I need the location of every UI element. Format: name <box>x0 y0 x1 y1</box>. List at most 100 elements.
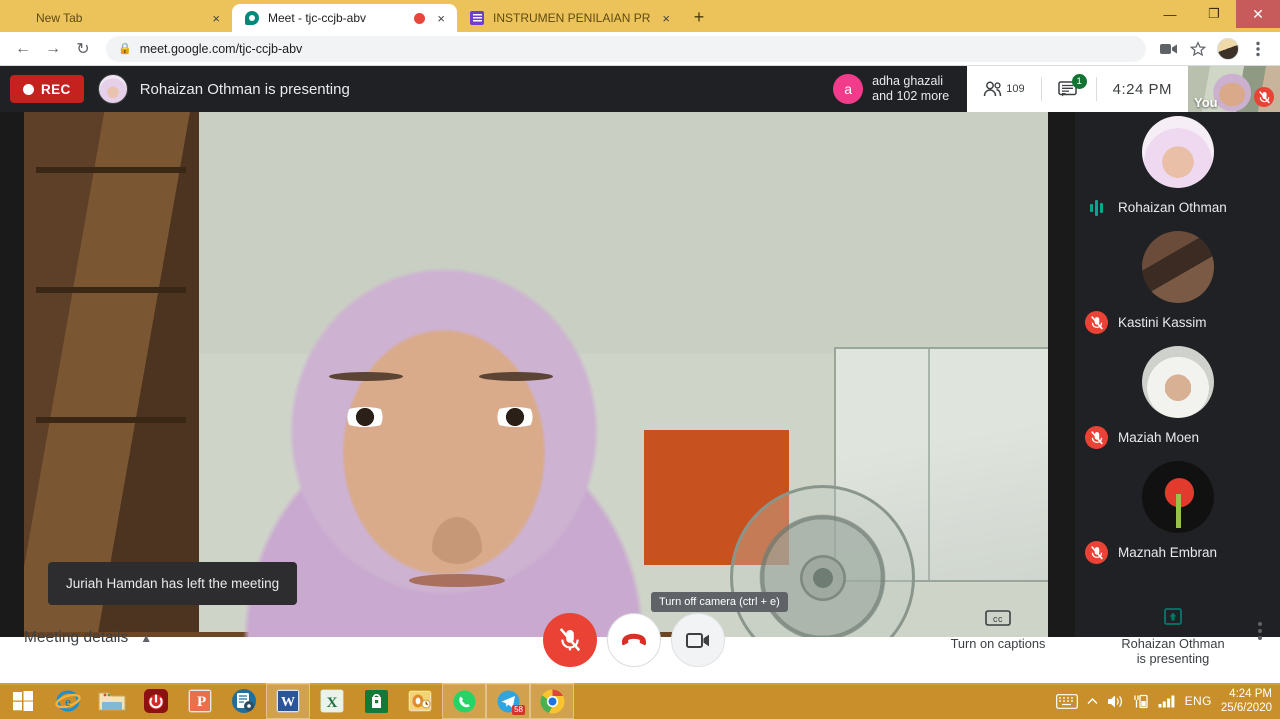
forward-icon[interactable]: → <box>38 35 68 63</box>
shutdown-icon[interactable] <box>134 683 178 719</box>
avatar <box>1142 231 1214 303</box>
toolbar-actions <box>1154 35 1272 63</box>
hang-up-button[interactable] <box>607 613 661 667</box>
meet-top-right: a adha ghazali and 102 more 109 1 4:24 P… <box>833 66 1280 112</box>
presenter-avatar <box>97 74 128 104</box>
screen: New Tab × Meet - tjc-ccjb-abv × INSTRUME… <box>0 0 1280 719</box>
meeting-clock: 4:24 PM <box>1112 80 1172 98</box>
participant-chip-text: adha ghazali and 102 more <box>872 74 949 104</box>
people-button[interactable]: 109 <box>967 74 1040 104</box>
svg-text:e: e <box>65 694 71 709</box>
tab-title: INSTRUMEN PENILAIAN PROGRA <box>493 11 651 25</box>
excel-icon[interactable]: X <box>310 683 354 719</box>
battery-icon[interactable] <box>1133 694 1149 709</box>
video-eyebrow-left <box>329 372 403 381</box>
presenting-banner: Rohaizan Othman is presenting <box>139 80 350 98</box>
present-now-button[interactable]: Rohaizan Othman is presenting <box>1098 608 1248 666</box>
outlook-icon[interactable] <box>398 683 442 719</box>
google-meet-app: REC Rohaizan Othman is presenting a adha… <box>0 66 1280 683</box>
window-close-button[interactable]: ✕ <box>1236 0 1280 28</box>
participant-chip-line2: and 102 more <box>872 89 950 103</box>
tab-close-icon[interactable]: × <box>208 12 224 25</box>
chevron-up-icon: ▲ <box>140 631 153 645</box>
more-options-button[interactable] <box>1248 608 1280 640</box>
bookmark-star-icon[interactable] <box>1184 35 1212 63</box>
volume-icon[interactable] <box>1107 694 1124 709</box>
file-explorer-icon[interactable] <box>90 683 134 719</box>
avatar <box>1142 461 1214 533</box>
browser-tab-new-tab[interactable]: New Tab × <box>0 4 232 32</box>
blank-favicon <box>12 10 28 26</box>
self-view-thumbnail[interactable]: You <box>1188 66 1280 112</box>
profile-avatar[interactable] <box>1214 35 1242 63</box>
browser-tab-instrumen[interactable]: INSTRUMEN PENILAIAN PROGRA × <box>457 4 682 32</box>
meeting-details-button[interactable]: Meeting details ▲ <box>24 629 152 647</box>
network-signal-icon[interactable] <box>1158 694 1176 708</box>
keyboard-icon[interactable] <box>1055 693 1078 709</box>
back-icon[interactable]: ← <box>8 35 38 63</box>
mic-muted-icon <box>1085 311 1108 334</box>
tab-title: Meet - tjc-ccjb-abv <box>268 11 367 25</box>
tab-recording-icon <box>414 12 426 24</box>
participant-chip[interactable]: a adha ghazali and 102 more <box>833 66 968 112</box>
telegram-icon[interactable]: 58 <box>486 683 530 719</box>
participant-tile[interactable]: Maznah Embran <box>1075 457 1280 572</box>
self-view-mute-icon <box>1254 87 1274 107</box>
language-indicator[interactable]: ENG <box>1185 694 1212 708</box>
video-eyebrow-right <box>479 372 553 381</box>
word-icon[interactable]: W <box>266 683 310 719</box>
chrome-icon[interactable] <box>530 683 574 719</box>
present-status: Rohaizan Othman is presenting <box>1121 636 1224 666</box>
participants-sidebar[interactable]: Rohaizan Othman Kastini Kassim Maziah Mo… <box>1075 112 1280 637</box>
powerpoint-icon[interactable]: P <box>178 683 222 719</box>
internet-explorer-icon[interactable]: e <box>46 683 90 719</box>
presenter-video[interactable]: Juriah Hamdan has left the meeting <box>24 112 1048 637</box>
microphone-muted-button[interactable] <box>543 613 597 667</box>
participant-name: Maznah Embran <box>1118 545 1218 560</box>
speaking-indicator-icon <box>1085 196 1108 219</box>
captions-label: Turn on captions <box>950 636 1046 651</box>
participant-chip-avatar: a <box>833 74 864 104</box>
browser-toolbar: ← → ↻ 🔒 meet.google.com/tjc-ccjb-abv <box>0 32 1280 66</box>
camera-button[interactable] <box>671 613 725 667</box>
chat-unread-badge: 1 <box>1071 74 1087 89</box>
whatsapp-icon[interactable] <box>442 683 486 719</box>
chat-button[interactable]: 1 <box>1042 74 1096 104</box>
window-maximize-button[interactable]: ❐ <box>1192 0 1236 28</box>
participant-tile[interactable]: Rohaizan Othman <box>1075 112 1280 227</box>
tab-close-icon[interactable]: × <box>658 12 674 25</box>
taskbar-clock[interactable]: 4:24 PM 25/6/2020 <box>1221 687 1272 715</box>
new-tab-button[interactable]: + <box>686 4 712 30</box>
pdf-editor-icon[interactable] <box>222 683 266 719</box>
tab-title: New Tab <box>36 11 83 25</box>
lock-icon: 🔒 <box>118 43 132 55</box>
self-view-label: You <box>1194 95 1218 110</box>
microsoft-store-icon[interactable] <box>354 683 398 719</box>
chrome-menu-icon[interactable] <box>1244 35 1272 63</box>
taskbar-time: 4:24 PM <box>1229 688 1272 700</box>
participant-chip-line1: adha ghazali <box>872 74 944 88</box>
show-hidden-icons-icon[interactable] <box>1087 697 1098 706</box>
tab-close-icon[interactable]: × <box>433 12 449 25</box>
windows-start-icon[interactable] <box>0 683 46 719</box>
address-bar[interactable]: 🔒 meet.google.com/tjc-ccjb-abv <box>106 35 1146 62</box>
window-controls: — ❐ ✕ <box>1148 0 1280 28</box>
telegram-unread-badge: 58 <box>512 705 525 715</box>
participant-tile[interactable]: Maziah Moen <box>1075 342 1280 457</box>
video-eye-left <box>339 407 391 427</box>
window-minimize-button[interactable]: — <box>1148 0 1192 28</box>
meet-top-bar: REC Rohaizan Othman is presenting a adha… <box>0 66 1280 112</box>
participant-tile[interactable]: Kastini Kassim <box>1075 227 1280 342</box>
svg-text:P: P <box>197 694 206 710</box>
call-controls <box>543 613 725 667</box>
captions-button[interactable]: cc Turn on captions <box>898 608 1098 651</box>
browser-tab-meet[interactable]: Meet - tjc-ccjb-abv × <box>232 4 457 32</box>
recording-badge: REC <box>10 75 84 103</box>
participant-name: Rohaizan Othman <box>1118 200 1227 215</box>
video-camera-icon[interactable] <box>1154 35 1182 63</box>
avatar <box>1142 346 1214 418</box>
present-line2: is presenting <box>1136 651 1210 666</box>
sheets-icon <box>469 10 485 26</box>
reload-icon[interactable]: ↻ <box>68 35 98 63</box>
avatar <box>1142 116 1214 188</box>
